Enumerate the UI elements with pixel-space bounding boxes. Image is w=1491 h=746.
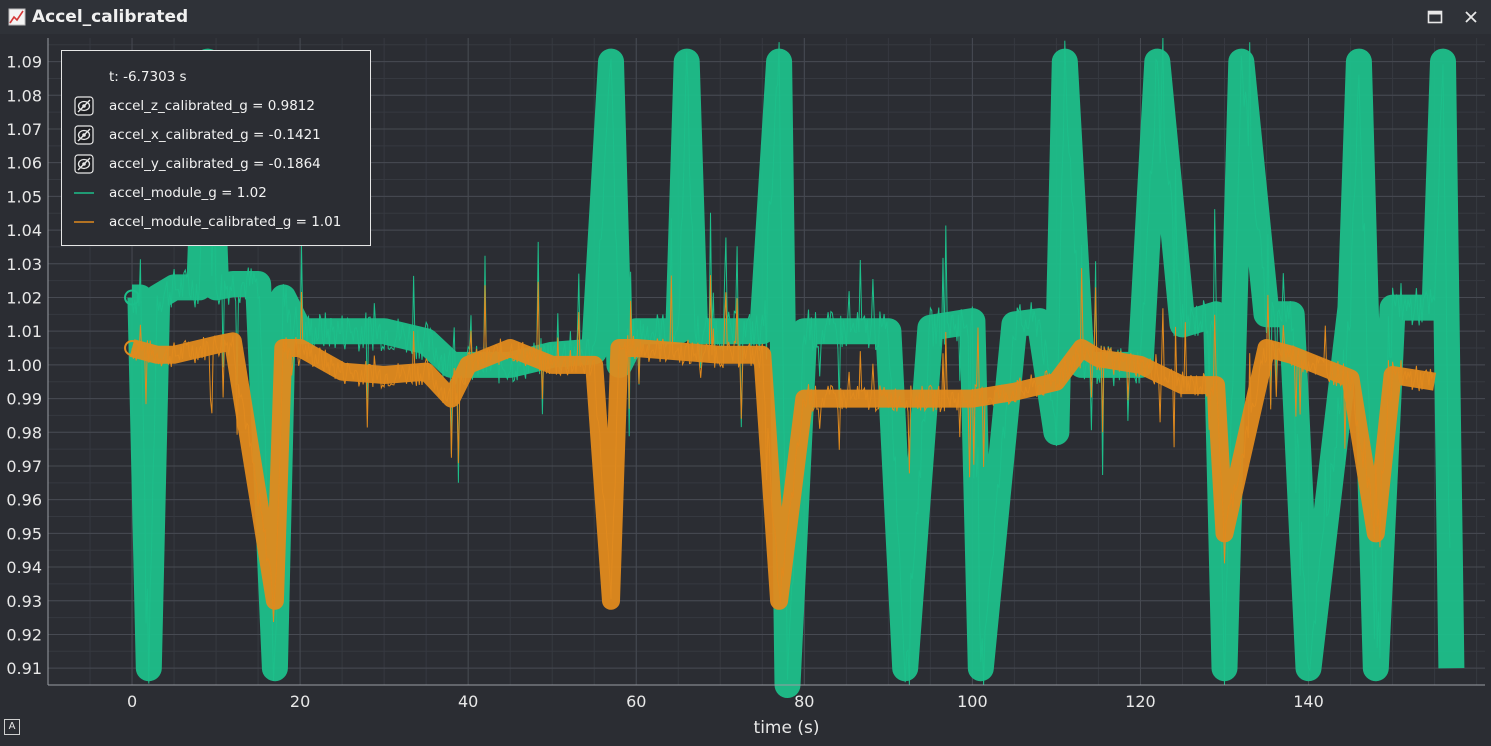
legend-item-label: accel_module_g = 1.02 — [109, 185, 267, 201]
y-tick-label: 0.97 — [6, 457, 42, 476]
cursor-time-label: t: -6.7303 s — [109, 69, 187, 85]
legend[interactable]: t: -6.7303 s accel_z_calibrated_g = 0.98… — [61, 50, 371, 246]
y-tick-label: 1.04 — [6, 221, 42, 240]
y-tick-label: 1.05 — [6, 187, 42, 206]
hidden-eye-icon[interactable] — [74, 125, 94, 145]
legend-line-swatch — [74, 221, 94, 223]
chart-icon — [8, 8, 26, 26]
y-tick-label: 1.07 — [6, 120, 42, 139]
x-tick-label: 0 — [127, 692, 137, 711]
y-tick-label: 1.06 — [6, 154, 42, 173]
autoscale-button[interactable]: A — [4, 719, 20, 735]
hidden-eye-icon[interactable] — [74, 96, 94, 116]
y-tick-label: 1.00 — [6, 356, 42, 375]
y-tick-label: 1.09 — [6, 53, 42, 72]
title-bar: Accel_calibrated — [0, 0, 1491, 34]
y-tick-label: 1.01 — [6, 322, 42, 341]
y-tick-label: 0.93 — [6, 592, 42, 611]
legend-line-swatch — [74, 192, 94, 194]
y-tick-label: 0.91 — [6, 659, 42, 678]
y-tick-label: 1.02 — [6, 288, 42, 307]
legend-item-label: accel_y_calibrated_g = -0.1864 — [109, 156, 321, 172]
x-tick-label: 140 — [1293, 692, 1324, 711]
x-tick-label: 80 — [794, 692, 814, 711]
x-tick-label: 120 — [1125, 692, 1156, 711]
y-tick-label: 0.92 — [6, 625, 42, 644]
x-tick-label: 40 — [458, 692, 478, 711]
x-axis-label: time (s) — [754, 718, 820, 738]
window-title: Accel_calibrated — [32, 7, 189, 27]
close-icon — [1465, 11, 1477, 23]
y-tick-label: 0.98 — [6, 423, 42, 442]
y-tick-label: 0.96 — [6, 491, 42, 510]
close-button[interactable] — [1460, 6, 1482, 28]
y-tick-label: 1.08 — [6, 86, 42, 105]
legend-item-label: accel_z_calibrated_g = 0.9812 — [109, 98, 315, 114]
y-tick-label: 1.03 — [6, 255, 42, 274]
y-tick-label: 0.94 — [6, 558, 42, 577]
legend-item-label: accel_x_calibrated_g = -0.1421 — [109, 127, 321, 143]
hidden-eye-icon[interactable] — [74, 154, 94, 174]
legend-item-label: accel_module_calibrated_g = 1.01 — [109, 214, 342, 230]
y-tick-label: 0.99 — [6, 390, 42, 409]
x-tick-label: 20 — [290, 692, 310, 711]
maximize-icon — [1427, 10, 1443, 24]
x-tick-label: 100 — [957, 692, 988, 711]
maximize-button[interactable] — [1424, 6, 1446, 28]
x-tick-label: 60 — [626, 692, 646, 711]
y-tick-label: 0.95 — [6, 524, 42, 543]
